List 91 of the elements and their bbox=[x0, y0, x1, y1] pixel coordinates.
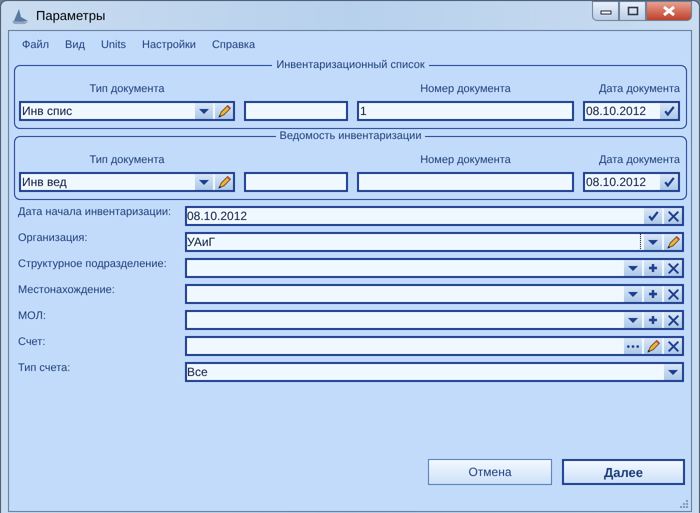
field-label: Дата документа bbox=[598, 83, 680, 95]
dropdown-arrow-button[interactable] bbox=[195, 173, 213, 191]
group-title: Инвентаризационный список bbox=[275, 59, 426, 71]
clear-icon bbox=[668, 210, 678, 222]
minimize-button[interactable] bbox=[592, 1, 619, 21]
input-field[interactable] bbox=[185, 258, 684, 278]
maximize-icon bbox=[626, 6, 638, 16]
dropdown-arrow-icon bbox=[648, 240, 658, 244]
menu-item[interactable]: Вид bbox=[57, 39, 93, 51]
close-button[interactable] bbox=[646, 1, 692, 21]
clear-button[interactable] bbox=[664, 207, 682, 225]
dropdown-arrow-icon bbox=[199, 180, 209, 184]
field-label: Тип счета: bbox=[18, 362, 72, 374]
pencil-button[interactable] bbox=[215, 102, 233, 120]
menu-item[interactable]: Файл bbox=[14, 39, 58, 51]
pencil-icon bbox=[218, 176, 230, 188]
field-label: Счет: bbox=[18, 336, 46, 348]
clear-icon bbox=[668, 288, 678, 300]
field-label: Дата документа bbox=[598, 154, 680, 166]
dropdown-arrow-button[interactable] bbox=[624, 311, 642, 329]
clear-icon bbox=[668, 314, 678, 326]
document-number-field[interactable] bbox=[357, 172, 574, 192]
check-button[interactable] bbox=[660, 102, 678, 120]
input-field[interactable] bbox=[185, 336, 684, 356]
dropdown-arrow-button[interactable] bbox=[195, 102, 213, 120]
dialog-button[interactable]: Отмена bbox=[428, 459, 552, 485]
check-icon bbox=[664, 106, 674, 116]
field-label: Тип документа bbox=[89, 154, 165, 166]
group-title: Ведомость инвентаризации bbox=[278, 130, 422, 142]
dropdown-arrow-button[interactable] bbox=[624, 285, 642, 303]
field-label: Организация: bbox=[18, 232, 88, 244]
document-type-combo[interactable]: Инв вед bbox=[19, 172, 235, 192]
clear-button[interactable] bbox=[664, 285, 682, 303]
input-field[interactable]: УАиГ bbox=[185, 232, 684, 252]
input-field[interactable] bbox=[185, 310, 684, 330]
field-label: Местонахождение: bbox=[18, 284, 116, 296]
pencil-icon bbox=[218, 104, 230, 118]
date-picker[interactable]: 08.10.2012 bbox=[583, 101, 680, 121]
document-type-combo[interactable]: Инв спис bbox=[19, 101, 235, 121]
plus-button[interactable] bbox=[644, 311, 662, 329]
field-label: Номер документа bbox=[420, 83, 511, 95]
clear-icon bbox=[668, 340, 678, 352]
input-field[interactable] bbox=[244, 172, 348, 192]
pencil-icon bbox=[646, 340, 660, 352]
plus-button[interactable] bbox=[644, 259, 662, 277]
dropdown-arrow-icon bbox=[628, 318, 638, 322]
pencil-button[interactable] bbox=[664, 233, 682, 251]
dropdown-arrow-button[interactable] bbox=[624, 259, 642, 277]
plus-icon bbox=[649, 316, 657, 324]
field-label: Структурное подразделение: bbox=[18, 258, 168, 270]
plus-button[interactable] bbox=[644, 285, 662, 303]
dropdown-arrow-icon bbox=[668, 370, 678, 374]
field-label: Номер документа bbox=[420, 154, 511, 166]
field-label: Тип документа bbox=[89, 83, 165, 95]
menu-item[interactable]: Настройки bbox=[134, 39, 204, 51]
date-picker[interactable]: 08.10.2012 bbox=[583, 172, 680, 192]
input-field[interactable] bbox=[185, 284, 684, 304]
resize-grip-icon bbox=[679, 499, 689, 509]
pencil-button[interactable] bbox=[644, 337, 662, 355]
ellipsis-button[interactable] bbox=[624, 337, 642, 355]
maximize-button[interactable] bbox=[619, 1, 646, 21]
field-label: МОЛ: bbox=[18, 310, 47, 322]
pencil-icon bbox=[666, 236, 680, 248]
menu-item[interactable]: Справка bbox=[204, 39, 264, 51]
ellipsis-icon bbox=[627, 344, 639, 348]
dropdown-arrow-icon bbox=[628, 266, 638, 270]
document-number-field[interactable]: 1 bbox=[357, 101, 574, 121]
dialog-button[interactable]: Далее bbox=[562, 459, 685, 485]
input-field[interactable]: 08.10.2012 bbox=[185, 206, 684, 226]
dropdown-arrow-button[interactable] bbox=[644, 233, 662, 251]
input-field[interactable] bbox=[244, 101, 348, 121]
clear-button[interactable] bbox=[664, 311, 682, 329]
clear-icon bbox=[668, 262, 678, 274]
plus-icon bbox=[649, 290, 657, 298]
app-logo-icon bbox=[10, 6, 30, 24]
dropdown-arrow-icon bbox=[199, 108, 209, 114]
dropdown-arrow-button[interactable] bbox=[664, 363, 682, 381]
check-button[interactable] bbox=[644, 207, 662, 225]
check-icon bbox=[664, 177, 674, 187]
field-label: Дата начала инвентаризации: bbox=[18, 206, 172, 218]
check-icon bbox=[648, 211, 658, 221]
input-field[interactable]: Все bbox=[185, 362, 684, 382]
check-button[interactable] bbox=[660, 173, 678, 191]
clear-button[interactable] bbox=[664, 337, 682, 355]
clear-button[interactable] bbox=[664, 259, 682, 277]
close-icon bbox=[662, 5, 676, 17]
menu-item[interactable]: Units bbox=[92, 39, 134, 51]
pencil-button[interactable] bbox=[215, 173, 233, 191]
dropdown-arrow-icon bbox=[628, 292, 638, 296]
plus-icon bbox=[649, 264, 657, 272]
window-title: Параметры bbox=[36, 8, 106, 23]
